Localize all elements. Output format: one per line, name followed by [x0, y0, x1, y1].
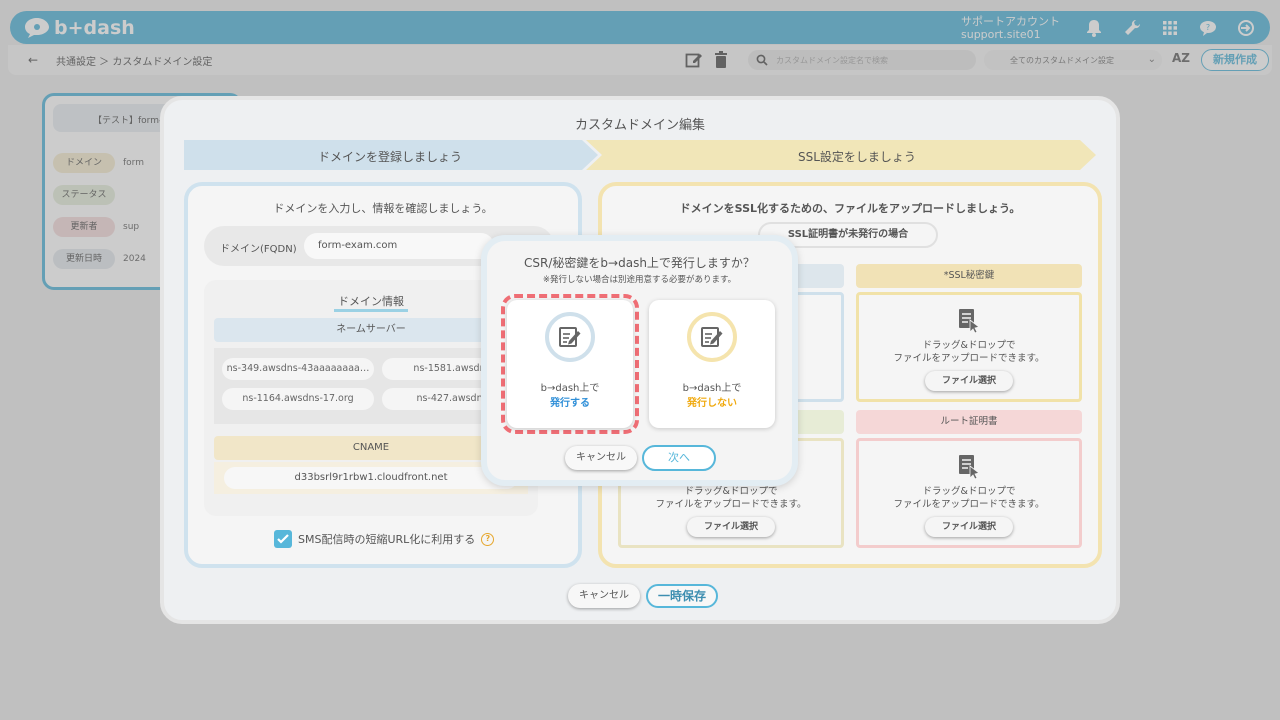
- csr-issue-dialog: CSR/秘密鍵をb→dash上で発行しますか？ ※発行しない場合は別途用意する必…: [481, 235, 798, 486]
- root-certificate-upload-area[interactable]: ドラッグ&ドロップで ファイルをアップロードできます。 ファイル選択: [856, 438, 1082, 548]
- no-issue-option-card[interactable]: b→dash上で 発行しない: [649, 300, 775, 428]
- help-icon[interactable]: ?: [481, 532, 495, 546]
- upload-instructions: ドラッグ&ドロップで ファイルをアップロードできます。: [859, 485, 1079, 511]
- cname-value: d33bsrl9r1rbw1.cloudfront.net: [224, 467, 518, 489]
- upload-instruction-line: ドラッグ&ドロップで: [684, 486, 778, 497]
- sms-checkbox[interactable]: [274, 530, 292, 548]
- file-upload-icon: [959, 455, 980, 480]
- fqdn-input[interactable]: form-exam.com: [304, 233, 494, 259]
- document-edit-icon: [701, 327, 723, 347]
- upload-instruction-line: ファイルをアップロードできます。: [655, 499, 807, 510]
- file-upload-icon: [959, 309, 980, 334]
- private-key-header: *SSL秘密鍵: [856, 264, 1082, 288]
- upload-instruction-line: ファイルをアップロードできます。: [893, 499, 1045, 510]
- check-icon: [277, 534, 289, 544]
- dialog-note: ※発行しない場合は別途用意する必要があります。: [542, 275, 737, 285]
- file-select-button[interactable]: ファイル選択: [925, 517, 1013, 537]
- upload-instructions: ドラッグ&ドロップで ファイルをアップロードできます。: [859, 339, 1079, 365]
- dialog-next-button[interactable]: 次へ: [642, 445, 716, 471]
- nameserver-item: ns-1164.awsdns-17.org: [222, 388, 374, 410]
- file-select-button[interactable]: ファイル選択: [925, 371, 1013, 391]
- upload-instruction-line: ファイルをアップロードできます。: [893, 353, 1045, 364]
- file-select-button[interactable]: ファイル選択: [687, 517, 775, 537]
- issue-option-line2: 発行する: [550, 398, 590, 409]
- upload-instructions: ドラッグ&ドロップで ファイルをアップロードできます。: [621, 485, 841, 511]
- sms-shorten-option[interactable]: SMS配信時の短縮URL化に利用する ?: [274, 530, 495, 548]
- issue-option-line1: b→dash上で: [540, 383, 600, 394]
- no-issue-option-line2: 発行しない: [687, 398, 737, 409]
- temporary-save-button[interactable]: 一時保存: [646, 584, 718, 608]
- dialog-cancel-button[interactable]: キャンセル: [565, 446, 637, 470]
- step-progress: ドメインを登録しましょう SSL設定をしましょう: [184, 140, 1098, 170]
- domain-panel-heading: ドメインを入力し、情報を確認しましょう。: [273, 202, 493, 215]
- ssl-panel-heading: ドメインをSSL化するための、ファイルをアップロードしましょう。: [679, 202, 1021, 215]
- upload-instruction-line: ドラッグ&ドロップで: [922, 486, 1016, 497]
- no-issue-option-circle: [687, 312, 737, 362]
- private-key-upload-area[interactable]: ドラッグ&ドロップで ファイルをアップロードできます。 ファイル選択: [856, 292, 1082, 402]
- step-1-label: ドメインを登録しましょう: [318, 150, 463, 164]
- domain-info-title-text: ドメイン情報: [334, 295, 408, 312]
- issue-option-circle: [545, 312, 595, 362]
- modal-cancel-button[interactable]: キャンセル: [568, 584, 640, 608]
- issue-option-card[interactable]: b→dash上で 発行する: [507, 300, 633, 428]
- sms-label: SMS配信時の短縮URL化に利用する: [298, 533, 476, 546]
- root-certificate-header: ルート証明書: [856, 410, 1082, 434]
- dialog-question: CSR/秘密鍵をb→dash上で発行しますか？: [524, 256, 755, 270]
- step-2-label: SSL設定をしましょう: [798, 150, 916, 164]
- modal-title: カスタムドメイン編集: [574, 118, 705, 133]
- no-issue-option-line1: b→dash上で: [682, 383, 742, 394]
- fqdn-label: ドメイン(FQDN): [220, 244, 297, 255]
- nameserver-item: ns-349.awsdns-43aaaaaaaa…: [222, 358, 374, 380]
- document-edit-icon: [559, 327, 581, 347]
- upload-instruction-line: ドラッグ&ドロップで: [922, 340, 1016, 351]
